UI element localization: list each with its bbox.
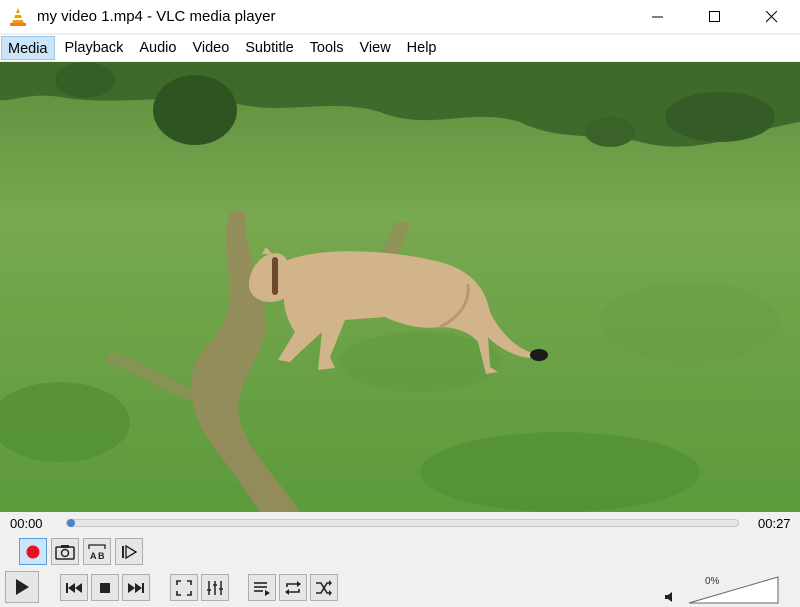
loop-ab-button[interactable]: AB bbox=[83, 538, 111, 565]
menu-playback[interactable]: Playback bbox=[59, 36, 130, 60]
volume-wedge bbox=[688, 576, 779, 604]
svg-text:A: A bbox=[90, 551, 97, 561]
elapsed-time: 00:00 bbox=[10, 516, 43, 531]
maximize-icon bbox=[708, 10, 720, 22]
frame-step-button[interactable] bbox=[115, 538, 143, 565]
vlc-cone-icon bbox=[9, 7, 27, 27]
playlist-icon bbox=[254, 581, 270, 596]
menu-audio[interactable]: Audio bbox=[133, 36, 182, 60]
previous-button[interactable] bbox=[60, 574, 88, 601]
menu-media[interactable]: Media bbox=[1, 36, 55, 60]
volume-slider[interactable] bbox=[688, 576, 780, 604]
close-icon bbox=[765, 10, 777, 22]
minimize-button[interactable] bbox=[629, 0, 686, 33]
title-bar: my video 1.mp4 - VLC media player bbox=[0, 0, 800, 33]
loop-button[interactable] bbox=[279, 574, 307, 601]
fullscreen-button[interactable] bbox=[170, 574, 198, 601]
seek-slider[interactable] bbox=[66, 519, 739, 527]
svg-text:B: B bbox=[98, 551, 105, 561]
video-frame-lioness bbox=[0, 62, 800, 512]
mute-button[interactable] bbox=[664, 590, 678, 602]
fullscreen-icon bbox=[176, 579, 192, 596]
shuffle-icon bbox=[316, 579, 332, 596]
camera-icon bbox=[55, 544, 75, 560]
seek-row: 00:00 00:27 bbox=[0, 512, 800, 536]
next-button[interactable] bbox=[122, 574, 150, 601]
play-icon bbox=[16, 579, 29, 595]
snapshot-button[interactable] bbox=[51, 538, 79, 565]
close-button[interactable] bbox=[743, 0, 800, 33]
previous-icon bbox=[66, 582, 82, 593]
seek-handle[interactable] bbox=[67, 519, 75, 527]
menu-help[interactable]: Help bbox=[401, 36, 443, 60]
frame-step-icon bbox=[122, 544, 138, 559]
menu-subtitle[interactable]: Subtitle bbox=[239, 36, 299, 60]
minimize-icon bbox=[651, 16, 663, 17]
record-icon bbox=[26, 545, 40, 558]
record-button[interactable] bbox=[19, 538, 47, 565]
shuffle-button[interactable] bbox=[310, 574, 338, 601]
loop-ab-icon: AB bbox=[88, 543, 106, 561]
total-time: 00:27 bbox=[758, 516, 791, 531]
equalizer-icon bbox=[207, 580, 223, 595]
maximize-button[interactable] bbox=[686, 0, 743, 33]
stop-icon bbox=[100, 582, 110, 593]
speaker-icon bbox=[665, 592, 672, 602]
stop-button[interactable] bbox=[91, 574, 119, 601]
menu-video[interactable]: Video bbox=[186, 36, 235, 60]
menu-tools[interactable]: Tools bbox=[304, 36, 350, 60]
video-area[interactable] bbox=[0, 62, 800, 512]
extended-settings-button[interactable] bbox=[201, 574, 229, 601]
play-button[interactable] bbox=[5, 571, 39, 603]
playlist-button[interactable] bbox=[248, 574, 276, 601]
loop-icon bbox=[285, 580, 301, 595]
next-icon bbox=[128, 582, 144, 593]
window-title: my video 1.mp4 - VLC media player bbox=[37, 8, 276, 25]
menu-view[interactable]: View bbox=[354, 36, 397, 60]
menu-bar: Media Playback Audio Video Subtitle Tool… bbox=[0, 35, 800, 61]
